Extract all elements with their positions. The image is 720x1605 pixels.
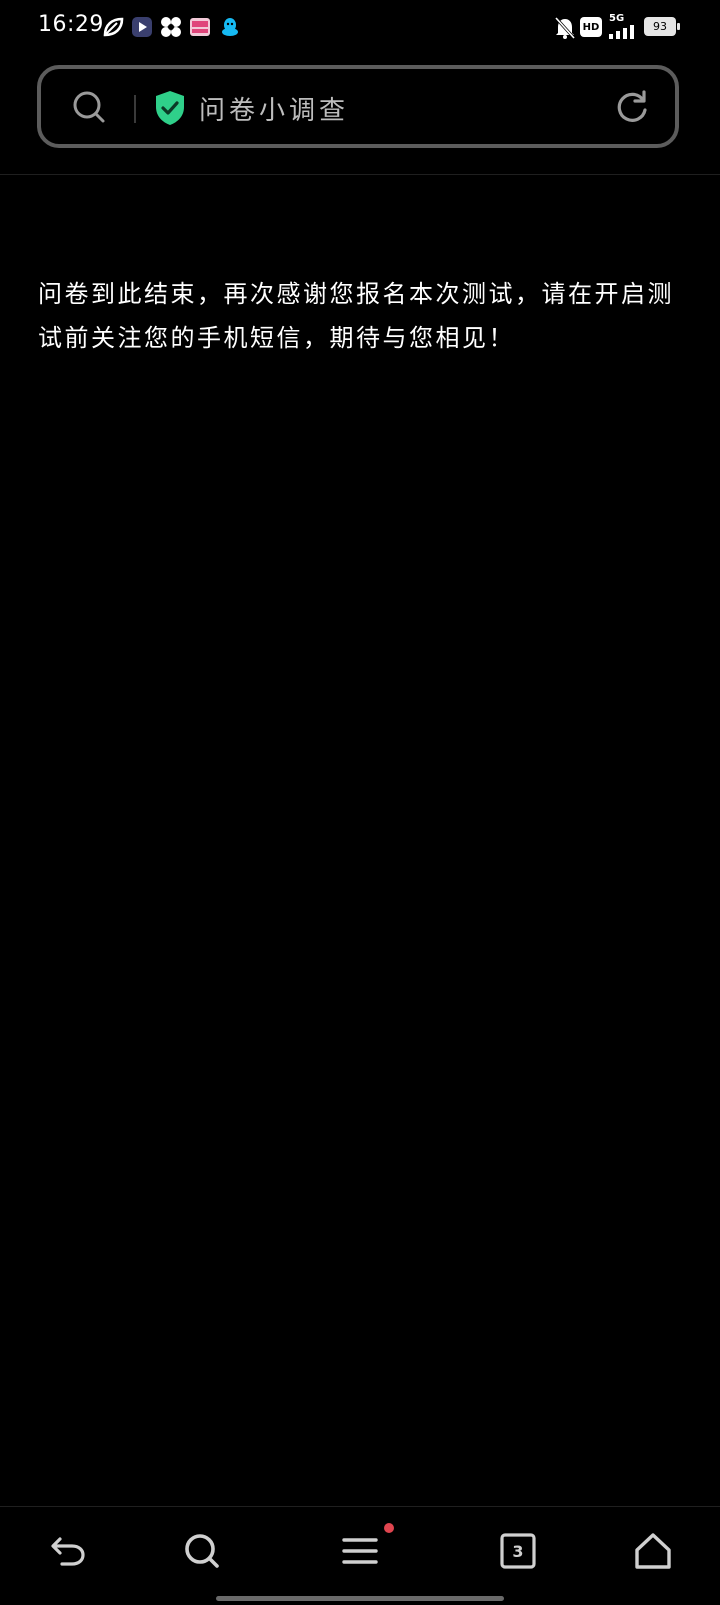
battery-cap	[677, 23, 680, 30]
mute-bell-icon	[554, 16, 576, 40]
status-time: 16:29	[38, 12, 104, 37]
tabs-count: 3	[512, 1541, 524, 1561]
home-button[interactable]	[629, 1527, 677, 1575]
survey-end-message: 问卷到此结束，再次感谢您报名本次测试，请在开启测试前关注您的手机短信，期待与您相…	[38, 280, 674, 352]
status-bar: 16:29 HD 5G 93	[0, 0, 720, 56]
network-type: 5G	[609, 13, 625, 24]
search-icon	[185, 1534, 219, 1568]
hd-icon: HD	[580, 17, 602, 37]
leaf-app-icon	[103, 17, 124, 37]
page-title[interactable]: 问卷小调查	[199, 90, 349, 127]
refresh-icon[interactable]	[613, 88, 651, 126]
battery-icon: 93	[644, 17, 676, 36]
menu-button[interactable]	[336, 1523, 394, 1575]
video-app-icon	[132, 17, 152, 37]
signal-icon	[609, 25, 634, 39]
top-separator	[0, 174, 720, 175]
menu-icon	[342, 1538, 378, 1564]
tabs-button[interactable]: 3	[494, 1527, 542, 1575]
home-indicator[interactable]	[216, 1596, 504, 1601]
back-button[interactable]	[44, 1527, 92, 1575]
bottom-nav: 3	[0, 1507, 720, 1605]
page-content: 问卷到此结束，再次感谢您报名本次测试，请在开启测试前关注您的手机短信，期待与您相…	[38, 272, 686, 360]
search-icon[interactable]	[71, 89, 107, 125]
address-divider	[134, 95, 136, 123]
tabs-icon: 3	[500, 1533, 536, 1569]
bilibili-app-icon	[190, 18, 210, 36]
back-icon	[51, 1537, 85, 1566]
nav-search-button[interactable]	[178, 1527, 226, 1575]
qq-app-icon	[222, 18, 238, 36]
shield-check-icon	[156, 91, 184, 125]
menu-notification-dot	[384, 1523, 394, 1533]
address-bar[interactable]: 问卷小调查	[37, 65, 679, 148]
battery-level: 93	[653, 20, 667, 33]
hd-label: HD	[582, 21, 600, 33]
pinwheel-app-icon	[161, 17, 181, 37]
home-icon	[635, 1533, 671, 1569]
